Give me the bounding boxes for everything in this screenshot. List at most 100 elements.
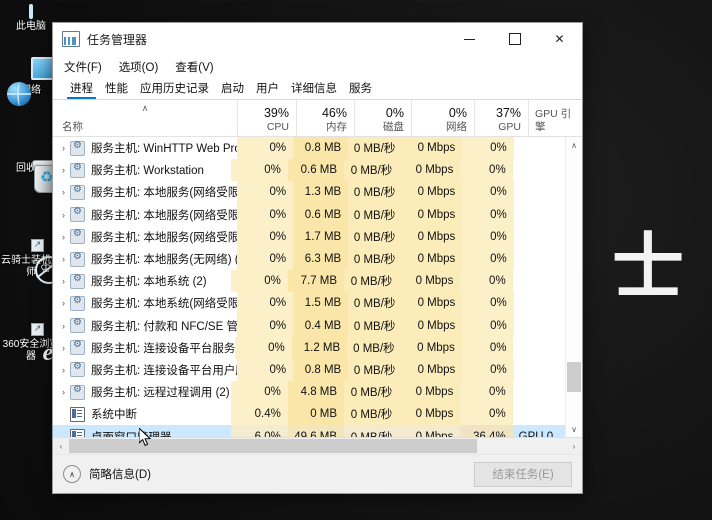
table-row[interactable]: ›服务主机: 付款和 NFC/SE 管理...0%0.4 MB0 MB/秒0 M…: [53, 314, 565, 337]
menubar[interactable]: 文件(F) 选项(O) 查看(V): [53, 56, 582, 78]
scroll-up-button[interactable]: ∧: [566, 137, 582, 153]
gpu-cell: 0%: [462, 181, 514, 204]
vertical-scroll-track[interactable]: [566, 153, 582, 421]
chevron-right-icon[interactable]: ›: [57, 210, 70, 220]
network-cell: 0 Mbps: [399, 270, 461, 293]
table-row[interactable]: ›服务主机: 本地服务(无网络) (3)0%6.3 MB0 MB/秒0 Mbps…: [53, 247, 565, 271]
column-header-row[interactable]: ∧ 名称 39% CPU 46% 内存 0% 磁盘 0% 网络 37% GPU …: [53, 100, 582, 137]
chevron-right-icon[interactable]: ›: [57, 343, 70, 353]
service-host-icon: [70, 140, 85, 156]
disk-cell: 0 MB/秒: [344, 270, 400, 293]
gpu-cell: 0%: [462, 292, 514, 315]
table-row[interactable]: 桌面窗口管理器 6.0%49.6 MB0 MB/秒0 Mbps36.4% GPU 0: [53, 425, 565, 437]
tab-details[interactable]: 详细信息: [285, 79, 343, 99]
chevron-right-icon[interactable]: ›: [57, 254, 70, 264]
process-name-cell[interactable]: › 服务主机: 本地服务(网络受限): [53, 226, 237, 248]
table-row[interactable]: 系统中断 0.4% 0 MB 0 MB/秒 0 Mbps 0%: [53, 403, 565, 426]
chevron-right-icon[interactable]: ›: [57, 387, 70, 397]
process-name-cell[interactable]: › 服务主机: 付款和 NFC/SE 管理...: [53, 315, 237, 337]
chevron-right-icon[interactable]: ›: [57, 298, 70, 308]
process-name-cell[interactable]: › 服务主机: 本地服务(网络受限): [53, 204, 237, 226]
table-row[interactable]: ›服务主机: 本地服务(网络受限)0%0.6 MB0 MB/秒0 Mbps0%: [53, 203, 565, 226]
process-name-cell[interactable]: › 服务主机: WinHTTP Web Prox...: [53, 137, 237, 159]
memory-cell: 1.2 MB: [291, 336, 348, 359]
process-name-cell[interactable]: › 服务主机: 连接设备平台服务: [53, 337, 235, 359]
chevron-right-icon[interactable]: ›: [57, 365, 70, 375]
table-row[interactable]: ›服务主机: 连接设备平台服务0%1.2 MB0 MB/秒0 Mbps0%: [53, 336, 565, 359]
process-name-cell[interactable]: › 服务主机: 远程过程调用 (2): [53, 381, 231, 403]
scroll-left-button[interactable]: ‹: [53, 442, 69, 451]
disk-cell: 0 MB/秒: [348, 292, 403, 315]
chevron-right-icon[interactable]: ›: [57, 165, 70, 175]
column-header-memory[interactable]: 46% 内存: [296, 100, 354, 136]
tab-startup[interactable]: 启动: [215, 79, 250, 99]
table-row[interactable]: ›服务主机: 本地服务(网络受限)0%1.7 MB0 MB/秒0 Mbps0%: [53, 225, 565, 248]
table-row[interactable]: ›服务主机: 本地系统 (2)0%7.7 MB0 MB/秒0 Mbps0%: [53, 270, 565, 293]
close-button[interactable]: ✕: [537, 24, 582, 55]
cpu-cell: 0%: [237, 137, 294, 160]
service-host-icon: [70, 295, 85, 311]
maximize-button[interactable]: [492, 24, 537, 55]
chevron-right-icon[interactable]: ›: [57, 321, 70, 331]
column-header-cpu[interactable]: 39% CPU: [237, 100, 296, 136]
gpu-engine-cell: [513, 159, 565, 181]
window-titlebar[interactable]: 任务管理器 ✕: [53, 23, 582, 56]
tab-performance[interactable]: 性能: [99, 79, 134, 99]
horizontal-scroll-thumb[interactable]: [69, 439, 477, 453]
service-host-icon: [70, 162, 85, 178]
chevron-right-icon[interactable]: ›: [57, 143, 70, 153]
menu-file[interactable]: 文件(F): [64, 59, 102, 75]
task-manager-icon: [62, 31, 80, 47]
table-row[interactable]: ›服务主机: 本地服务(网络受限)0%1.3 MB0 MB/秒0 Mbps0%: [53, 181, 565, 204]
column-header-network[interactable]: 0% 网络: [411, 100, 474, 136]
tab-processes[interactable]: 进程: [64, 79, 99, 99]
process-name-cell[interactable]: 桌面窗口管理器: [53, 425, 231, 437]
process-name-cell[interactable]: › 服务主机: 本地系统(网络受限): [53, 292, 237, 314]
table-row[interactable]: ›服务主机: Workstation0%0.6 MB0 MB/秒0 Mbps0%: [53, 159, 565, 182]
process-table[interactable]: ›服务主机: WinHTTP Web Prox...0%0.8 MB0 MB/秒…: [53, 137, 582, 437]
fewer-details-button[interactable]: ∧ 简略信息(D): [63, 465, 151, 483]
process-name-cell[interactable]: › 服务主机: 本地服务(无网络) (3): [53, 248, 237, 270]
cpu-cell: 0.4%: [230, 403, 288, 426]
column-header-disk[interactable]: 0% 磁盘: [354, 100, 411, 136]
process-name-cell[interactable]: › 服务主机: 本地系统 (2): [53, 270, 231, 292]
chevron-right-icon[interactable]: ›: [57, 187, 70, 197]
end-task-button[interactable]: 结束任务(E): [474, 461, 572, 487]
tab-users[interactable]: 用户: [250, 79, 285, 99]
minimize-icon: [464, 38, 475, 40]
menu-view[interactable]: 查看(V): [175, 59, 213, 75]
process-list[interactable]: ›服务主机: WinHTTP Web Prox...0%0.8 MB0 MB/秒…: [53, 137, 565, 437]
minimize-button[interactable]: [447, 24, 492, 55]
process-name-cell[interactable]: › 服务主机: Workstation: [53, 159, 231, 181]
scroll-down-button[interactable]: ∨: [566, 421, 582, 437]
task-manager-window[interactable]: 任务管理器 ✕ 文件(F) 选项(O) 查看(V) 进程 性能 应用历史记录 启…: [52, 22, 583, 494]
tab-app-history[interactable]: 应用历史记录: [134, 79, 215, 99]
table-row[interactable]: ›服务主机: WinHTTP Web Prox...0%0.8 MB0 MB/秒…: [53, 137, 565, 160]
process-name-cell[interactable]: › 服务主机: 本地服务(网络受限): [53, 181, 237, 203]
table-row[interactable]: ›服务主机: 连接设备平台用户服...0%0.8 MB0 MB/秒0 Mbps0…: [53, 358, 565, 382]
process-name-cell[interactable]: › 服务主机: 连接设备平台用户服...: [53, 359, 237, 381]
vertical-scroll-thumb[interactable]: [567, 362, 581, 392]
network-cell: 0 Mbps: [402, 314, 463, 337]
chevron-right-icon[interactable]: ›: [57, 276, 70, 286]
disk-cell: 0 MB/秒: [348, 358, 403, 382]
column-header-gpu[interactable]: 37% GPU: [474, 100, 528, 136]
menu-options[interactable]: 选项(O): [119, 59, 159, 75]
table-row[interactable]: ›服务主机: 远程过程调用 (2)0%4.8 MB0 MB/秒0 Mbps0%: [53, 381, 565, 404]
column-header-name[interactable]: ∧ 名称: [53, 100, 237, 136]
horizontal-scrollbar[interactable]: ‹ ›: [53, 437, 582, 454]
vertical-scrollbar[interactable]: ∧ ∨: [565, 137, 582, 437]
tab-services[interactable]: 服务: [343, 79, 378, 99]
chevron-right-icon[interactable]: ›: [57, 232, 70, 242]
disk-cell: 0 MB/秒: [348, 314, 403, 337]
tabbar[interactable]: 进程 性能 应用历史记录 启动 用户 详细信息 服务: [53, 78, 582, 100]
horizontal-scroll-track[interactable]: [69, 438, 566, 454]
process-name-cell[interactable]: 系统中断: [53, 403, 231, 425]
gpu-cell: 0%: [462, 203, 514, 226]
column-header-gpu-engine[interactable]: GPU 引擎: [528, 100, 582, 136]
service-host-icon: [70, 206, 85, 223]
scroll-right-button[interactable]: ›: [566, 442, 582, 451]
disk-cell: 0 MB/秒: [344, 381, 400, 404]
disk-cell: 0 MB/秒: [344, 403, 400, 426]
table-row[interactable]: ›服务主机: 本地系统(网络受限)0%1.5 MB0 MB/秒0 Mbps0%: [53, 292, 565, 315]
